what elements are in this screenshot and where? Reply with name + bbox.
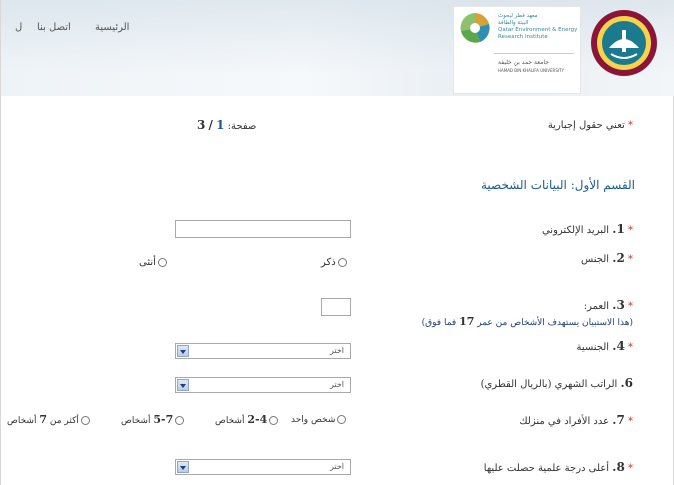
- nav-more[interactable]: ل: [15, 22, 22, 33]
- email-input[interactable]: [175, 220, 351, 238]
- institute-emblem-icon: [460, 13, 490, 43]
- household-radio-2-4[interactable]: [269, 416, 279, 425]
- household-option-2-4[interactable]: 2-4 أشخاص: [215, 413, 279, 426]
- salary-select[interactable]: اختر: [175, 377, 351, 393]
- survey-page: الرئيسية اتصل بنا ل معهد قطر لبحوث البيئ…: [0, 0, 674, 485]
- nav-home[interactable]: الرئيسية: [95, 22, 129, 33]
- male-radio[interactable]: [337, 258, 347, 267]
- gender-option-female[interactable]: أنثى: [139, 257, 167, 268]
- age-input[interactable]: [321, 298, 351, 316]
- institute-name: معهد قطر لبحوث البيئة والطاقة Qatar Envi…: [498, 13, 578, 40]
- gender-option-male[interactable]: ذكر: [321, 257, 347, 268]
- q3-age-note: (هذا الاستبيان يستهدف الأشخاص من عمر 17 …: [421, 315, 633, 328]
- q8-label: * 8. أعلى درجة علمية حصلت عليها: [483, 460, 633, 474]
- household-radio-7plus[interactable]: [80, 416, 90, 425]
- q7-label: * 7. عدد الأفراد في منزلك: [519, 413, 633, 427]
- logo-divider: [494, 53, 574, 54]
- q6-label: 6. الراتب الشهري (بالريال القطري): [480, 376, 633, 390]
- university-name: جامعة حمد بن خليفة HAMAD BIN KHALIFA UNI…: [498, 59, 564, 73]
- site-header: الرئيسية اتصل بنا ل معهد قطر لبحوث البيئ…: [1, 0, 674, 96]
- chevron-down-icon[interactable]: [177, 345, 189, 357]
- q2-label: * 2. الجنس: [581, 251, 633, 265]
- qatar-seal-icon: [591, 10, 657, 76]
- household-option-5-7[interactable]: 5-7 أشخاص: [121, 413, 185, 426]
- institute-logo: معهد قطر لبحوث البيئة والطاقة Qatar Envi…: [453, 6, 581, 94]
- required-fields-note: * تعني حقول إجبارية: [547, 120, 633, 131]
- q3-label: * 3. العمر:: [583, 298, 633, 312]
- section-title: القسم الأول: البيانات الشخصية: [480, 178, 635, 192]
- chevron-down-icon[interactable]: [177, 461, 189, 473]
- q4-label: * 4. الجنسية: [576, 339, 633, 353]
- household-radio-5-7[interactable]: [175, 416, 185, 425]
- q1-label: * 1. البريد الإلكتروني: [541, 222, 633, 236]
- nationality-select[interactable]: اختر: [175, 343, 351, 359]
- female-radio[interactable]: [157, 258, 167, 267]
- household-option-1[interactable]: شخص واحد: [291, 415, 347, 425]
- page-indicator: صفحة: 1 / 3: [197, 118, 257, 132]
- household-option-7plus[interactable]: أكثر من 7 أشخاص: [7, 413, 90, 426]
- education-select[interactable]: اختر: [175, 459, 351, 475]
- chevron-down-icon[interactable]: [177, 379, 189, 391]
- household-radio-1[interactable]: [337, 415, 347, 424]
- nav-contact[interactable]: اتصل بنا: [37, 22, 71, 33]
